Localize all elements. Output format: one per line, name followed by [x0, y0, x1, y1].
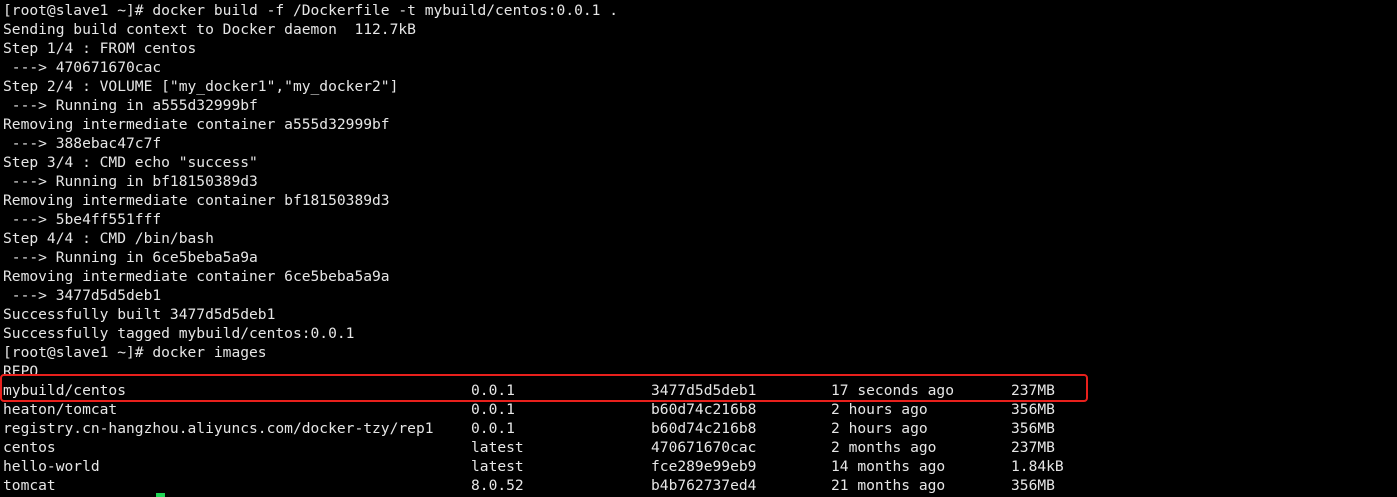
output-line: ---> Running in a555d32999bf: [3, 97, 258, 114]
output-line: Step 2/4 : VOLUME ["my_docker1","my_dock…: [3, 78, 399, 95]
created-cell: 2 hours ago: [831, 420, 928, 437]
output-line: ---> Running in bf18150389d3: [3, 173, 258, 190]
output-line: Removing intermediate container 6ce5beba…: [3, 268, 390, 285]
output-line: ---> Running in 6ce5beba5a9a: [3, 249, 258, 266]
table-row: centos latest 470671670cac 2 months ago …: [3, 438, 1055, 457]
repository-cell: centos: [3, 439, 56, 456]
tag-cell: latest: [471, 439, 524, 456]
image-id-cell: b60d74c216b8: [651, 420, 757, 437]
repository-cell: tomcat: [3, 477, 56, 494]
tag-cell: 0.0.1: [471, 401, 515, 418]
output-line: Sending build context to Docker daemon 1…: [3, 21, 416, 38]
repository-cell: hello-world: [3, 458, 100, 475]
tag-cell: 0.0.1: [471, 420, 515, 437]
prompt-docker-images: [root@slave1 ~]# docker images: [3, 344, 267, 361]
output-line: ---> 388ebac47c7f: [3, 135, 162, 152]
highlight-annotation-box: [0, 374, 1088, 402]
table-row: tomcat 8.0.52 b4b762737ed4 21 months ago…: [3, 476, 1055, 495]
tag-cell: 8.0.52: [471, 477, 524, 494]
image-id-cell: 470671670cac: [651, 439, 757, 456]
output-line: Removing intermediate container bf181503…: [3, 192, 390, 209]
created-cell: 2 hours ago: [831, 401, 928, 418]
image-id-cell: b4b762737ed4: [651, 477, 757, 494]
size-cell: 356MB: [1011, 477, 1055, 494]
created-cell: 21 months ago: [831, 477, 946, 494]
created-cell: 14 months ago: [831, 458, 946, 475]
output-line: ---> 3477d5d5deb1: [3, 287, 162, 304]
output-line: Step 1/4 : FROM centos: [3, 40, 197, 57]
output-line: Step 4/4 : CMD /bin/bash: [3, 230, 214, 247]
image-id-cell: fce289e99eb9: [651, 458, 757, 475]
output-line: Successfully tagged mybuild/centos:0.0.1: [3, 325, 355, 342]
tag-cell: latest: [471, 458, 524, 475]
output-line: ---> 470671670cac: [3, 59, 162, 76]
output-line: ---> 5be4ff551fff: [3, 211, 162, 228]
output-line: Successfully built 3477d5d5deb1: [3, 306, 276, 323]
repository-cell: registry.cn-hangzhou.aliyuncs.com/docker…: [3, 420, 434, 437]
size-cell: 356MB: [1011, 420, 1055, 437]
repository-cell: heaton/tomcat: [3, 401, 118, 418]
image-id-cell: b60d74c216b8: [651, 401, 757, 418]
created-cell: 2 months ago: [831, 439, 937, 456]
table-row: hello-world latest fce289e99eb9 14 month…: [3, 457, 1064, 476]
output-line: Removing intermediate container a555d329…: [3, 116, 390, 133]
output-line: Step 3/4 : CMD echo "success": [3, 154, 258, 171]
prompt-docker-build: [root@slave1 ~]# docker build -f /Docker…: [3, 2, 619, 19]
table-row: registry.cn-hangzhou.aliyuncs.com/docker…: [3, 419, 1055, 438]
size-cell: 237MB: [1011, 439, 1055, 456]
table-row: heaton/tomcat 0.0.1 b60d74c216b8 2 hours…: [3, 400, 1055, 419]
size-cell: 356MB: [1011, 401, 1055, 418]
terminal-cursor: [156, 493, 165, 497]
terminal-window[interactable]: [root@slave1 ~]# docker build -f /Docker…: [0, 0, 1397, 497]
size-cell: 1.84kB: [1011, 458, 1064, 475]
